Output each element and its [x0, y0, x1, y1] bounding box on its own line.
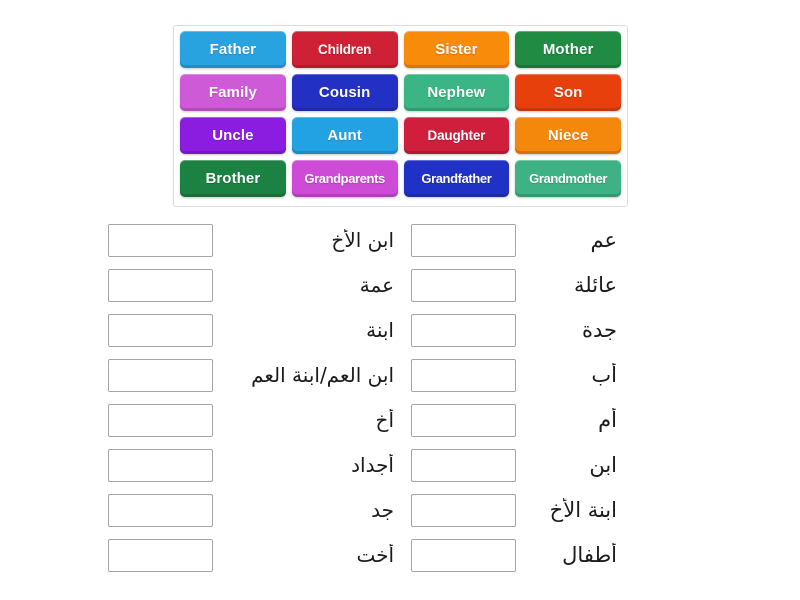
- drop-box[interactable]: [411, 494, 516, 527]
- drop-box[interactable]: [411, 449, 516, 482]
- drop-box[interactable]: [411, 224, 516, 257]
- answer-label: عمة: [359, 274, 394, 297]
- drop-box[interactable]: [108, 494, 213, 527]
- answer-row: ابنة: [108, 308, 400, 353]
- drop-box[interactable]: [108, 539, 213, 572]
- answer-label: عم: [590, 228, 617, 253]
- drop-box[interactable]: [108, 449, 213, 482]
- drop-box[interactable]: [411, 539, 516, 572]
- answer-label: أب: [591, 363, 617, 388]
- answer-row: ابن: [411, 443, 623, 488]
- tile-row: Brother Grandparents Grandfather Grandmothe…: [180, 160, 621, 197]
- answer-column-left: ابن الأخ عمة ابنة ابن العم/ابنة العم أخ أجداد…: [108, 218, 400, 578]
- tile-brother[interactable]: Brother: [180, 160, 286, 197]
- answer-label: أجداد: [351, 454, 394, 477]
- drop-box[interactable]: [108, 224, 213, 257]
- tile-niece[interactable]: Niece: [515, 117, 621, 154]
- drop-box[interactable]: [411, 404, 516, 437]
- tile-family[interactable]: Family: [180, 74, 286, 111]
- answer-row: ابنة الأخ: [411, 488, 623, 533]
- drop-box[interactable]: [108, 269, 213, 302]
- answer-row: عائلة: [411, 263, 623, 308]
- tile-grandparents[interactable]: Grandparents: [291, 160, 398, 197]
- answer-row: أب: [411, 353, 623, 398]
- tile-row: Father Children Sister Mother: [180, 31, 621, 68]
- answer-column-right: عم عائلة جدة أب أم ابن ابنة الأخ أطفال: [411, 218, 623, 578]
- answer-row: عم: [411, 218, 623, 263]
- answer-label: جدة: [581, 318, 617, 343]
- drop-box[interactable]: [411, 359, 516, 392]
- answer-label: ابنة الأخ: [549, 498, 617, 523]
- tile-children[interactable]: Children: [291, 31, 398, 68]
- tile-uncle[interactable]: Uncle: [180, 117, 286, 154]
- answer-label: أطفال: [562, 543, 617, 568]
- answer-label: ابنة: [366, 319, 394, 342]
- drop-box[interactable]: [108, 314, 213, 347]
- tile-cousin[interactable]: Cousin: [291, 74, 398, 111]
- answer-row: جدة: [411, 308, 623, 353]
- answer-label: ابن العم/ابنة العم: [251, 364, 394, 387]
- drop-box[interactable]: [108, 359, 213, 392]
- answer-label: أخ: [375, 409, 394, 432]
- tile-grandmother[interactable]: Grandmother: [515, 160, 621, 197]
- drop-box[interactable]: [411, 269, 516, 302]
- answer-label: ابن: [589, 453, 617, 478]
- answer-row: أم: [411, 398, 623, 443]
- answer-row: ابن الأخ: [108, 218, 400, 263]
- answer-row: أطفال: [411, 533, 623, 578]
- tile-grandfather[interactable]: Grandfather: [403, 160, 510, 197]
- answer-label: عائلة: [574, 273, 617, 298]
- tile-sister[interactable]: Sister: [403, 31, 510, 68]
- tile-aunt[interactable]: Aunt: [291, 117, 398, 154]
- tile-bank: Father Children Sister Mother Family Cousin Ne…: [173, 25, 628, 207]
- tile-row: Family Cousin Nephew Son: [180, 74, 621, 111]
- answer-label: ابن الأخ: [331, 229, 394, 252]
- tile-nephew[interactable]: Nephew: [403, 74, 510, 111]
- answer-label: أم: [598, 408, 617, 433]
- answer-row: جد: [108, 488, 400, 533]
- answer-row: أجداد: [108, 443, 400, 488]
- answer-row: أخت: [108, 533, 400, 578]
- answer-label: أخت: [356, 544, 394, 567]
- tile-father[interactable]: Father: [180, 31, 286, 68]
- answer-row: أخ: [108, 398, 400, 443]
- drop-box[interactable]: [411, 314, 516, 347]
- answer-label: جد: [371, 499, 394, 522]
- answer-row: عمة: [108, 263, 400, 308]
- tile-row: Uncle Aunt Daughter Niece: [180, 117, 621, 154]
- tile-son[interactable]: Son: [515, 74, 621, 111]
- tile-daughter[interactable]: Daughter: [403, 117, 510, 154]
- drop-box[interactable]: [108, 404, 213, 437]
- answer-row: ابن العم/ابنة العم: [108, 353, 400, 398]
- tile-mother[interactable]: Mother: [515, 31, 621, 68]
